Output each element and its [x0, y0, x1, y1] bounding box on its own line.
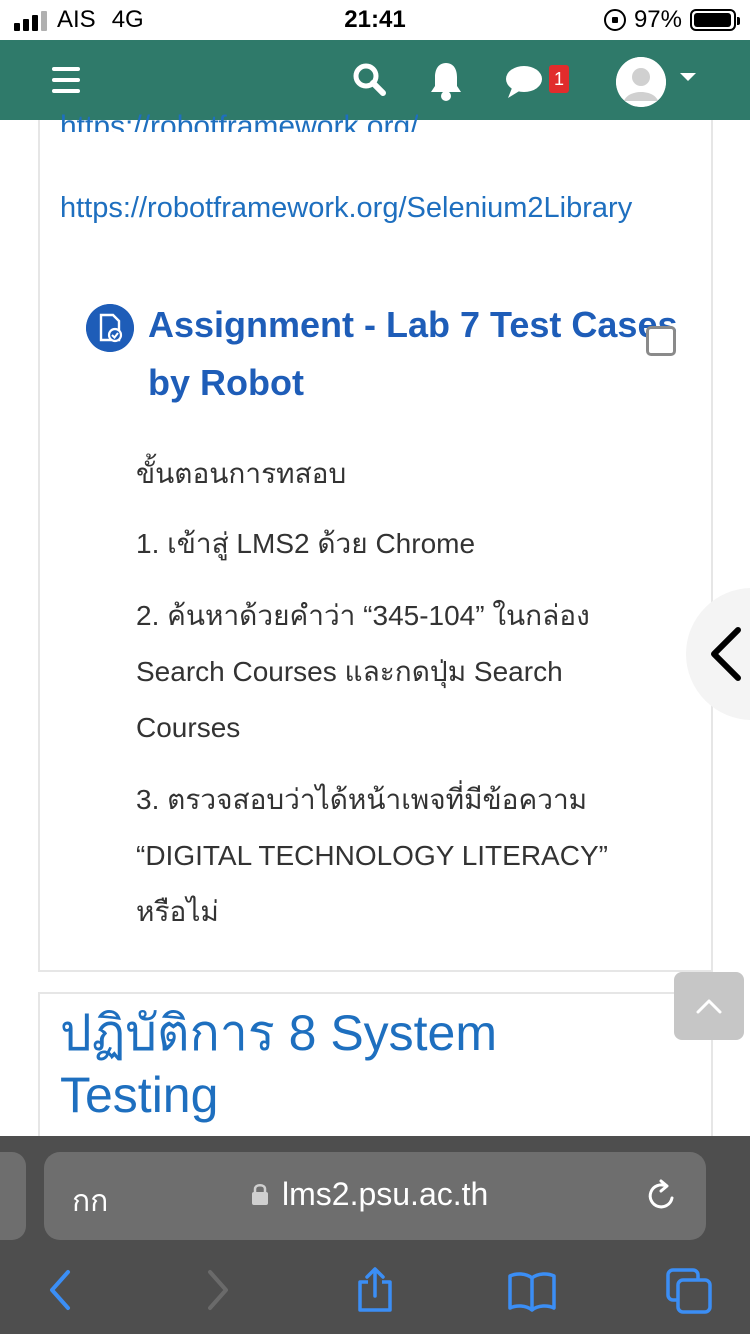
- selenium-library-link[interactable]: https://robotframework.org/Selenium2Libr…: [60, 192, 632, 225]
- back-to-top-button[interactable]: [674, 972, 744, 1040]
- tabs-icon[interactable]: [664, 1266, 714, 1314]
- battery-fill: [694, 13, 731, 27]
- url-text: lms2.psu.ac.th: [282, 1176, 489, 1212]
- description-heading: ขั้นตอนการทสอบ: [136, 458, 347, 489]
- chevron-left-icon: [711, 627, 741, 681]
- bell-icon[interactable]: [428, 60, 464, 102]
- previous-tab-edge[interactable]: [0, 1152, 26, 1240]
- text-size-button[interactable]: กก: [72, 1178, 108, 1225]
- description-step-3: 3. ตรวจสอบว่าได้หน้าเพจที่มีข้อความ “DIG…: [136, 784, 608, 927]
- browser-toolbar: กก lms2.psu.ac.th: [0, 1136, 750, 1334]
- description-step-1: 1. เข้าสู่ LMS2 ด้วย Chrome: [136, 528, 476, 559]
- share-icon[interactable]: [354, 1266, 396, 1314]
- assignment-icon: [86, 304, 134, 352]
- status-bar: AIS 4G 21:41 97%: [0, 0, 750, 40]
- battery-icon: [690, 9, 740, 31]
- chevron-up-icon: [696, 999, 722, 1014]
- status-right: 97%: [603, 6, 740, 34]
- reload-icon[interactable]: [646, 1178, 678, 1212]
- bookmarks-icon[interactable]: [506, 1266, 558, 1314]
- search-icon[interactable]: [352, 62, 386, 96]
- avatar[interactable]: [616, 57, 666, 107]
- menu-icon[interactable]: [52, 67, 80, 93]
- section-title: ปฏิบัติการ 8 System Testing: [60, 1005, 498, 1123]
- page: AIS 4G 21:41 97% 1 https://robotframewor…: [0, 0, 750, 1334]
- rotation-lock-icon: [603, 9, 626, 31]
- caret-down-icon[interactable]: [680, 73, 696, 81]
- back-icon[interactable]: [44, 1266, 74, 1314]
- description-step-2: 2. ค้นหาด้วยคำว่า “345-104” ในกล่อง Sear…: [136, 600, 590, 743]
- battery-percent: 97%: [633, 6, 682, 33]
- completion-checkbox[interactable]: [646, 326, 676, 356]
- user-silhouette-icon: [616, 57, 666, 107]
- message-count-badge: 1: [549, 65, 569, 93]
- lock-icon: [252, 1184, 268, 1205]
- assignment-title-link[interactable]: Assignment - Lab 7 Test Cases by Robot: [148, 296, 688, 412]
- chat-icon[interactable]: [504, 64, 544, 100]
- assignment-description: ขั้นตอนการทสอบ 1. เข้าสู่ LMS2 ด้วย Chro…: [136, 446, 656, 956]
- forward-icon[interactable]: [204, 1266, 234, 1314]
- robotframework-link[interactable]: https://robotframework.org/: [60, 98, 418, 132]
